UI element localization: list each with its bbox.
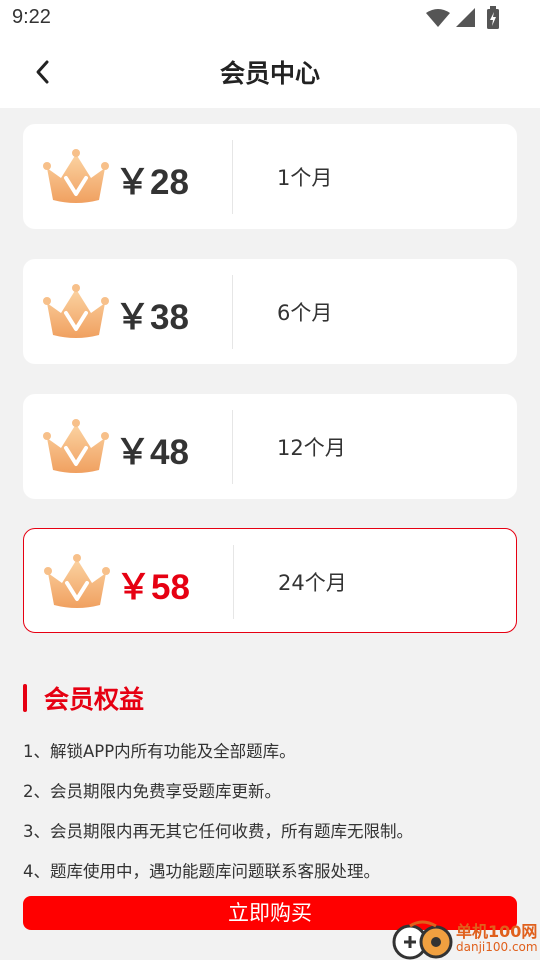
- plan-duration: 1个月: [277, 166, 333, 190]
- crown-icon: [43, 149, 109, 203]
- watermark: 单机100网 danji100.com: [392, 914, 540, 960]
- plan-price: ￥38: [115, 298, 189, 337]
- card-divider: [232, 410, 233, 484]
- card-divider: [232, 140, 233, 214]
- plan-duration: 24个月: [278, 571, 347, 595]
- wifi-icon: [426, 9, 450, 27]
- benefits-title: 会员权益: [44, 685, 145, 714]
- benefit-item: 2、会员期限内免费享受题库更新。: [23, 782, 281, 801]
- plan-duration: 6个月: [277, 301, 333, 325]
- plan-duration: 12个月: [277, 436, 346, 460]
- status-time: 9:22: [12, 6, 51, 28]
- plan-price: ￥58: [116, 568, 190, 607]
- crown-icon: [44, 554, 110, 608]
- card-divider: [233, 545, 234, 619]
- plan-price: ￥28: [115, 163, 189, 202]
- plan-price: ￥48: [115, 433, 189, 472]
- watermark-logo-icon: [392, 920, 453, 960]
- plan-card-12-months[interactable]: ￥48 12个月: [23, 394, 517, 499]
- status-bar: 9:22: [0, 0, 540, 36]
- watermark-url: danji100.com: [456, 940, 538, 954]
- battery-charging-icon: [487, 6, 499, 29]
- watermark-text: 单机100网: [456, 922, 538, 941]
- title-bar: 会员中心: [0, 36, 540, 108]
- section-accent-bar: [23, 684, 27, 712]
- card-divider: [232, 275, 233, 349]
- plan-card-24-months[interactable]: ￥58 24个月: [23, 528, 517, 633]
- crown-icon: [43, 419, 109, 473]
- benefit-item: 3、会员期限内再无其它任何收费，所有题库无限制。: [23, 822, 413, 841]
- plan-card-1-month[interactable]: ￥28 1个月: [23, 124, 517, 229]
- plan-card-6-months[interactable]: ￥38 6个月: [23, 259, 517, 364]
- signal-icon: [456, 8, 475, 27]
- benefit-item: 4、题库使用中，遇功能题库问题联系客服处理。: [23, 862, 380, 881]
- crown-icon: [43, 284, 109, 338]
- page-title: 会员中心: [219, 59, 320, 88]
- benefit-item: 1、解锁APP内所有功能及全部题库。: [23, 742, 296, 761]
